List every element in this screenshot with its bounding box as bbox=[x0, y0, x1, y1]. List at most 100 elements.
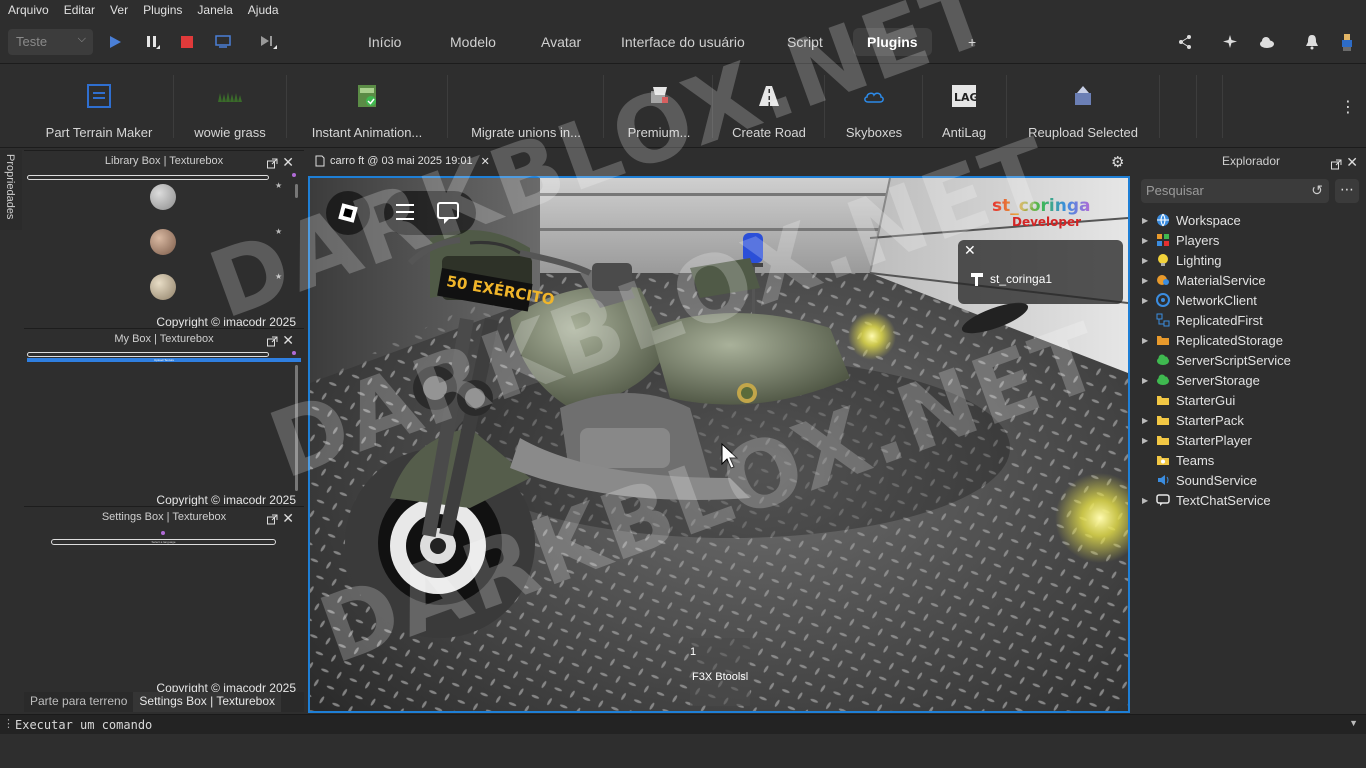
menu-ver[interactable]: Ver bbox=[110, 3, 128, 17]
tab-modelo[interactable]: Modelo bbox=[436, 28, 510, 56]
expand-arrow-icon[interactable]: ▶ bbox=[1142, 416, 1150, 425]
explorer-item-materialservice[interactable]: ▶ MaterialService bbox=[1136, 270, 1366, 290]
close-icon[interactable]: ✕ bbox=[1346, 151, 1358, 173]
star-icon[interactable]: ★ bbox=[275, 272, 282, 281]
command-input[interactable]: Executar um comando bbox=[15, 718, 152, 732]
explorer-item-replicatedfirst[interactable]: ReplicatedFirst bbox=[1136, 310, 1366, 330]
skyboxes-button[interactable]: Skyboxes bbox=[845, 65, 903, 148]
assistant-sparkle-icon[interactable] bbox=[1220, 31, 1242, 53]
explorer-item-startergui[interactable]: StarterGui bbox=[1136, 390, 1366, 410]
undock-icon[interactable] bbox=[267, 334, 278, 355]
hotbar-slot[interactable]: 1 F3X Btoolsl bbox=[690, 642, 750, 708]
star-icon[interactable]: ★ bbox=[275, 181, 282, 190]
history-icon[interactable]: ↺ bbox=[1311, 182, 1323, 199]
search-bar[interactable] bbox=[27, 175, 269, 180]
close-icon[interactable]: ✕ bbox=[964, 242, 976, 259]
game-viewport[interactable]: 50 EXÉRCITO st_coringa Developer ✕ st_co… bbox=[308, 176, 1130, 713]
premium-button[interactable]: Premium... bbox=[624, 65, 694, 148]
undock-icon[interactable] bbox=[267, 512, 278, 533]
share-icon[interactable] bbox=[1174, 31, 1196, 53]
properties-vertical-tab[interactable]: Propriedades bbox=[0, 150, 22, 230]
create-road-button[interactable]: Create Road bbox=[732, 65, 806, 148]
expand-arrow-icon[interactable]: ▶ bbox=[1142, 256, 1150, 265]
tab-script[interactable]: Script bbox=[773, 28, 837, 56]
explorer-item-replicatedstorage[interactable]: ▶ ReplicatedStorage bbox=[1136, 330, 1366, 350]
tab-interface[interactable]: Interface do usuário bbox=[607, 28, 759, 56]
bell-icon[interactable] bbox=[1301, 31, 1323, 53]
instant-animation-button[interactable]: Instant Animation... bbox=[307, 65, 427, 148]
part-terrain-maker-button[interactable]: Part Terrain Maker bbox=[45, 65, 153, 148]
antilag-button[interactable]: LAG AntiLag bbox=[941, 65, 987, 148]
wowie-grass-button[interactable]: wowie grass bbox=[194, 65, 266, 148]
explorer-item-networkclient[interactable]: ▶ NetworkClient bbox=[1136, 290, 1366, 310]
expand-arrow-icon[interactable]: ▶ bbox=[1142, 276, 1150, 285]
command-bar[interactable]: ⋮ Executar um comando ▼ bbox=[0, 714, 1366, 734]
texture-thumbnail[interactable] bbox=[150, 229, 176, 255]
bulb-icon bbox=[1156, 253, 1170, 267]
stop-icon[interactable] bbox=[176, 31, 198, 53]
tab-terrain-part[interactable]: Parte para terreno bbox=[24, 692, 133, 712]
menu-editar[interactable]: Editar bbox=[64, 3, 95, 17]
more-icon[interactable]: ⋯ bbox=[1335, 179, 1359, 203]
avatar[interactable] bbox=[1336, 31, 1358, 53]
expand-arrow-icon[interactable]: ▶ bbox=[1142, 296, 1150, 305]
scrollbar[interactable] bbox=[295, 184, 298, 198]
reupload-selected-button[interactable]: Reupload Selected bbox=[1028, 65, 1138, 148]
expand-arrow-icon[interactable]: ▶ bbox=[1142, 436, 1150, 445]
explorer-item-lighting[interactable]: ▶ Lighting bbox=[1136, 250, 1366, 270]
explorer-item-starterpack[interactable]: ▶ StarterPack bbox=[1136, 410, 1366, 430]
explorer-item-players[interactable]: ▶ Players bbox=[1136, 230, 1366, 250]
menu-plugins[interactable]: Plugins bbox=[143, 3, 182, 17]
explorer-item-serverstorage[interactable]: ▶ ServerStorage bbox=[1136, 370, 1366, 390]
pause-icon[interactable] bbox=[141, 31, 163, 53]
undock-icon[interactable] bbox=[1331, 155, 1342, 177]
more-options-icon[interactable]: ⋮ bbox=[1340, 97, 1356, 117]
language-select[interactable]: Select a language bbox=[51, 539, 276, 545]
expand-arrow-icon[interactable]: ▶ bbox=[1142, 216, 1150, 225]
texture-thumbnail[interactable] bbox=[150, 274, 176, 300]
upload-texture-button[interactable]: Upload Texture bbox=[27, 358, 301, 362]
star-icon[interactable]: ★ bbox=[275, 227, 282, 236]
cloud-icon bbox=[861, 83, 887, 109]
chevron-down-icon[interactable]: ▼ bbox=[1349, 718, 1358, 728]
tab-plugins[interactable]: Plugins bbox=[853, 28, 932, 56]
explorer-item-teams[interactable]: Teams bbox=[1136, 450, 1366, 470]
close-icon[interactable]: ✕ bbox=[282, 330, 294, 351]
cloud-icon[interactable] bbox=[1256, 31, 1278, 53]
tab-settings-box[interactable]: Settings Box | Texturebox bbox=[133, 692, 282, 712]
close-icon[interactable]: ✕ bbox=[481, 155, 490, 168]
undock-icon[interactable] bbox=[267, 156, 278, 177]
search-bar[interactable] bbox=[27, 352, 269, 357]
gear-icon[interactable]: ⚙ bbox=[1111, 153, 1124, 171]
tab-avatar[interactable]: Avatar bbox=[527, 28, 595, 56]
explorer-item-textchatservice[interactable]: ▶ TextChatService bbox=[1136, 490, 1366, 510]
ribbon-label: Skyboxes bbox=[845, 125, 903, 140]
migrate-unions-button[interactable]: Migrate unions in... bbox=[468, 65, 584, 148]
step-forward-icon[interactable] bbox=[257, 31, 279, 53]
tab-inicio[interactable]: Início bbox=[354, 28, 415, 56]
expand-arrow-icon[interactable]: ▶ bbox=[1142, 376, 1150, 385]
explorer-item-workspace[interactable]: ▶ Workspace bbox=[1136, 210, 1366, 230]
expand-arrow-icon[interactable]: ▶ bbox=[1142, 496, 1150, 505]
expand-arrow-icon[interactable]: ▶ bbox=[1142, 236, 1150, 245]
close-icon[interactable]: ✕ bbox=[282, 508, 294, 529]
drag-handle-icon[interactable]: ⋮ bbox=[3, 717, 14, 730]
explorer-item-soundservice[interactable]: SoundService bbox=[1136, 470, 1366, 490]
scrollbar[interactable] bbox=[295, 365, 298, 491]
add-tab-button[interactable]: + bbox=[962, 28, 982, 56]
explorer-item-serverscriptservice[interactable]: ServerScriptService bbox=[1136, 350, 1366, 370]
device-emulator-icon[interactable] bbox=[212, 31, 234, 53]
player-entry[interactable]: st_coringa1 bbox=[970, 272, 1052, 286]
hammer-icon bbox=[971, 273, 983, 286]
test-mode-select[interactable]: Teste ⌵ bbox=[8, 29, 93, 55]
texture-thumbnail[interactable] bbox=[150, 184, 176, 210]
explorer-item-starterplayer[interactable]: ▶ StarterPlayer bbox=[1136, 430, 1366, 450]
document-tab[interactable]: carro ft @ 03 mai 2025 19:01 ✕ bbox=[315, 150, 490, 172]
expand-arrow-icon[interactable]: ▶ bbox=[1142, 336, 1150, 345]
close-icon[interactable]: ✕ bbox=[282, 152, 294, 173]
play-icon[interactable] bbox=[104, 31, 126, 53]
menu-janela[interactable]: Janela bbox=[197, 3, 232, 17]
menu-arquivo[interactable]: Arquivo bbox=[8, 3, 49, 17]
menu-ajuda[interactable]: Ajuda bbox=[248, 3, 279, 17]
explorer-search-input[interactable]: Pesquisar ↺ bbox=[1141, 179, 1329, 203]
